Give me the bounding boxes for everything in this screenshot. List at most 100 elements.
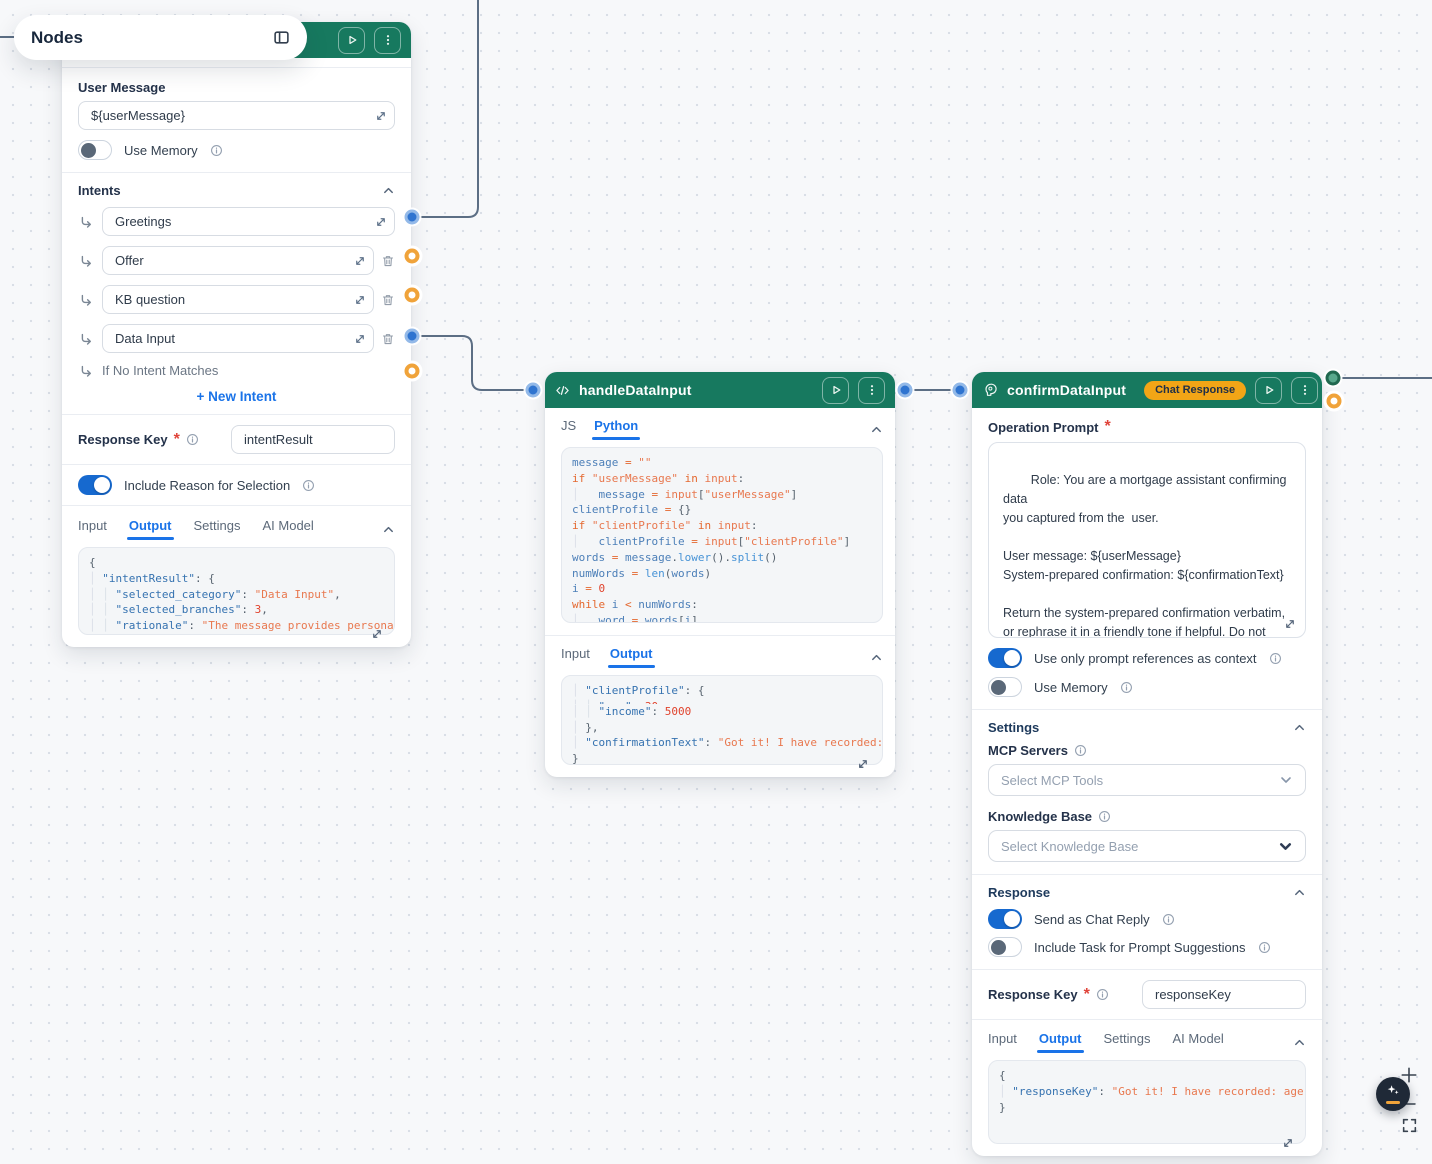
expand-icon[interactable] [375, 216, 387, 228]
output-port-offer[interactable] [404, 248, 420, 264]
collapse-intents-icon[interactable] [382, 184, 395, 197]
info-icon[interactable] [302, 479, 315, 492]
send-chat-reply-toggle[interactable] [988, 909, 1022, 929]
expand-icon[interactable] [354, 294, 366, 306]
output-port-code-node[interactable] [897, 382, 913, 398]
node-menu-button[interactable] [1291, 376, 1319, 404]
expand-prompt-icon[interactable] [1284, 618, 1296, 630]
mcp-tools-dropdown[interactable]: Select MCP Tools [988, 764, 1306, 796]
intent-input-greetings[interactable] [102, 207, 395, 236]
code-node-header[interactable]: handleDataInput [545, 372, 895, 408]
chat-response-node[interactable]: confirmDataInput Chat Response Operation… [972, 372, 1322, 1156]
chat-node-title: confirmDataInput [1007, 382, 1127, 398]
sparkles-icon [1386, 1084, 1400, 1098]
include-task-toggle[interactable] [988, 937, 1022, 957]
collapse-code-icon[interactable] [870, 423, 883, 436]
info-icon[interactable] [1162, 913, 1175, 926]
send-chat-reply-label: Send as Chat Reply [1034, 911, 1150, 927]
nodes-panel-header[interactable]: Nodes [14, 15, 307, 60]
collapse-output-icon[interactable] [870, 651, 883, 664]
use-memory-toggle[interactable] [78, 140, 112, 160]
flow-canvas[interactable]: User Message Use Memory Intents [0, 0, 1432, 1164]
tab-output[interactable]: Output [1036, 1031, 1084, 1053]
nodes-panel-title: Nodes [31, 27, 83, 47]
collapse-settings-icon[interactable] [1293, 721, 1306, 734]
expand-output-icon[interactable] [371, 628, 383, 640]
output-port-chat-node-alt[interactable] [1326, 393, 1342, 409]
intent-input-kb-question[interactable] [102, 285, 374, 314]
tab-output[interactable]: Output [126, 518, 174, 540]
output-port-data-input[interactable] [404, 328, 420, 344]
ai-assistant-button[interactable] [1376, 1077, 1410, 1111]
use-memory-toggle[interactable] [988, 677, 1022, 697]
info-icon[interactable] [1074, 744, 1087, 757]
chat-node-header[interactable]: confirmDataInput Chat Response [972, 372, 1322, 408]
info-icon[interactable] [210, 144, 223, 157]
intent-input-data-input[interactable] [102, 324, 374, 353]
use-memory-label: Use Memory [124, 142, 198, 158]
user-message-input[interactable] [78, 101, 395, 130]
intent-input-offer[interactable] [102, 246, 374, 275]
intents-header: Intents [78, 183, 121, 198]
prompt-references-toggle[interactable] [988, 648, 1022, 668]
info-icon[interactable] [1098, 810, 1111, 823]
panel-toggle-icon[interactable] [273, 29, 290, 46]
delete-intent-icon[interactable] [381, 254, 395, 268]
code-node[interactable]: handleDataInput JS Python message = "" if… [545, 372, 895, 777]
tab-js[interactable]: JS [561, 418, 576, 440]
intent-router-node[interactable]: User Message Use Memory Intents [62, 22, 411, 647]
tab-python[interactable]: Python [592, 418, 641, 440]
expand-icon[interactable] [354, 333, 366, 345]
tab-settings[interactable]: Settings [194, 518, 241, 540]
output-port-chat-node[interactable] [1325, 370, 1341, 386]
expand-output-icon[interactable] [857, 758, 869, 770]
input-port-chat-node[interactable] [952, 382, 968, 398]
info-icon[interactable] [186, 433, 199, 446]
python-code-editor[interactable]: message = "" if "userMessage" in input: │ … [561, 447, 883, 623]
node-menu-button[interactable] [858, 376, 885, 404]
tab-ai-model[interactable]: AI Model [263, 518, 314, 540]
expand-output-icon[interactable] [1282, 1137, 1294, 1149]
response-key-input[interactable] [1142, 980, 1306, 1009]
knowledge-base-label: Knowledge Base [988, 809, 1093, 824]
required-asterisk: * [1083, 985, 1090, 1003]
info-icon[interactable] [1258, 941, 1271, 954]
include-reason-toggle[interactable] [78, 475, 112, 495]
input-port-code-node[interactable] [525, 382, 541, 398]
chevron-down-icon [1279, 773, 1293, 787]
collapse-response-icon[interactable] [1293, 886, 1306, 899]
operation-prompt-textarea[interactable]: Role: You are a mortgage assistant confi… [988, 442, 1306, 638]
use-memory-label: Use Memory [1034, 679, 1108, 695]
tab-ai-model[interactable]: AI Model [1173, 1031, 1224, 1053]
branch-arrow-icon [78, 332, 94, 346]
output-port-kb-question[interactable] [404, 287, 420, 303]
fit-view-button[interactable] [1401, 1117, 1418, 1134]
collapse-tabs-icon[interactable] [382, 523, 395, 536]
run-node-button[interactable] [338, 26, 365, 54]
delete-intent-icon[interactable] [381, 332, 395, 346]
tab-input[interactable]: Input [78, 518, 107, 540]
run-node-button[interactable] [1255, 376, 1283, 404]
node-menu-button[interactable] [374, 26, 401, 54]
chevron-down-icon [1278, 839, 1293, 854]
tab-input[interactable]: Input [988, 1031, 1017, 1053]
tab-output[interactable]: Output [607, 646, 655, 668]
required-asterisk: * [173, 430, 180, 448]
delete-intent-icon[interactable] [381, 293, 395, 307]
knowledge-base-dropdown[interactable]: Select Knowledge Base [988, 830, 1306, 862]
chat-output-json: {│ "responseKey": "Got it! I have record… [988, 1060, 1306, 1144]
response-key-input[interactable] [231, 425, 395, 454]
new-intent-button[interactable]: + New Intent [78, 389, 395, 404]
mcp-tools-placeholder: Select MCP Tools [1001, 772, 1104, 788]
info-icon[interactable] [1120, 681, 1133, 694]
expand-icon[interactable] [375, 110, 387, 122]
collapse-tabs-icon[interactable] [1293, 1036, 1306, 1049]
info-icon[interactable] [1269, 652, 1282, 665]
output-port-no-match[interactable] [404, 363, 420, 379]
tab-settings[interactable]: Settings [1104, 1031, 1151, 1053]
tab-input[interactable]: Input [561, 646, 590, 668]
output-port-greetings[interactable] [404, 209, 420, 225]
run-node-button[interactable] [822, 376, 849, 404]
expand-icon[interactable] [354, 255, 366, 267]
info-icon[interactable] [1096, 988, 1109, 1001]
